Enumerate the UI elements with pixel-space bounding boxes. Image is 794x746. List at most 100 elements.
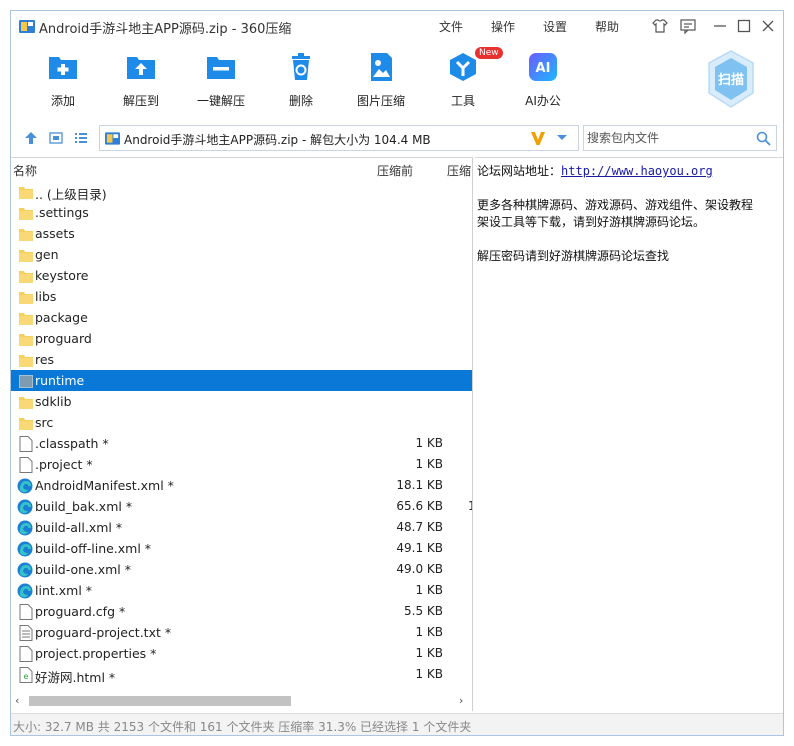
- file-row[interactable]: proguard-project.txt * 1 KB: [11, 622, 472, 643]
- file-row[interactable]: lint.xml * 1 KB: [11, 580, 472, 601]
- file-row[interactable]: project.properties * 1 KB: [11, 643, 472, 664]
- folder-row[interactable]: package: [11, 307, 472, 328]
- folder-icon: [19, 394, 33, 410]
- minimize-icon[interactable]: [711, 17, 729, 35]
- menu-file[interactable]: 文件: [439, 18, 463, 35]
- column-compressed-size[interactable]: 压缩: [447, 162, 471, 179]
- column-original-size[interactable]: 压缩前: [377, 162, 413, 179]
- search-input[interactable]: [585, 127, 745, 149]
- file-name: .project *: [35, 457, 93, 472]
- folder-row[interactable]: res: [11, 349, 472, 370]
- one-click-extract-button[interactable]: 一键解压: [181, 49, 261, 115]
- file-name: sdklib: [35, 394, 72, 409]
- compressed-size-partial: 1: [468, 499, 472, 513]
- folder-row[interactable]: gen: [11, 244, 472, 265]
- html-file-icon: e: [19, 667, 33, 683]
- folder-row[interactable]: .settings: [11, 202, 472, 223]
- status-text: 大小: 32.7 MB 共 2153 个文件和 161 个文件夹 压缩率 31.…: [13, 720, 472, 734]
- add-button[interactable]: 添加: [23, 49, 103, 115]
- search-icon[interactable]: [756, 131, 771, 146]
- tools-label: 工具: [450, 94, 475, 108]
- file-size: 49.1 KB: [396, 541, 443, 555]
- file-list-pane: 名称 压缩前 压缩 .. (上级目录) .settings assets gen key…: [11, 157, 473, 711]
- edge-browser-icon: [17, 520, 33, 536]
- site-link[interactable]: http://www.haoyou.org: [561, 164, 713, 178]
- folder-row[interactable]: sdklib: [11, 391, 472, 412]
- archive-file-icon: [105, 132, 120, 145]
- extract-to-icon: [127, 57, 155, 79]
- file-name: build-all.xml *: [35, 520, 123, 535]
- folder-row[interactable]: runtime: [11, 370, 472, 391]
- menu-settings[interactable]: 设置: [543, 18, 567, 35]
- file-row[interactable]: .project * 1 KB: [11, 454, 472, 475]
- extract-to-label: 解压到: [122, 94, 159, 108]
- comment-line-3: 架设工具等下载，请到好游棋牌源码论坛。: [477, 215, 706, 229]
- folder-row[interactable]: src: [11, 412, 472, 433]
- close-icon[interactable]: [759, 17, 777, 35]
- file-size: 65.6 KB: [396, 499, 443, 513]
- path-field[interactable]: Android手游斗地主APP源码.zip - 解包大小为 104.4 MB: [99, 125, 579, 151]
- folder-icon: [19, 184, 33, 200]
- thumbnail-view-icon[interactable]: [49, 131, 63, 145]
- image-compress-icon: [371, 53, 392, 81]
- file-name: AndroidManifest.xml *: [35, 478, 174, 493]
- file-name: project.properties *: [35, 646, 157, 661]
- chevron-down-icon[interactable]: [556, 134, 568, 142]
- archive-app-icon: [19, 20, 35, 33]
- status-bar: 大小: 32.7 MB 共 2153 个文件和 161 个文件夹 压缩率 31.…: [11, 713, 783, 735]
- folder-row[interactable]: .. (上级目录): [11, 181, 472, 202]
- up-arrow-icon[interactable]: [24, 131, 38, 145]
- file-row[interactable]: build-all.xml * 48.7 KB: [11, 517, 472, 538]
- one-click-extract-icon: [207, 57, 235, 79]
- delete-button[interactable]: 删除: [261, 49, 341, 115]
- column-name[interactable]: 名称: [13, 162, 37, 179]
- folder-icon: [19, 331, 33, 347]
- folder-row[interactable]: libs: [11, 286, 472, 307]
- file-size: 18.1 KB: [396, 478, 443, 492]
- file-name: res: [35, 352, 55, 367]
- file-row[interactable]: proguard.cfg * 5.5 KB: [11, 601, 472, 622]
- file-name: libs: [35, 289, 57, 304]
- folder-row[interactable]: assets: [11, 223, 472, 244]
- tools-button[interactable]: New 工具: [423, 47, 503, 115]
- verified-v-icon[interactable]: [530, 130, 546, 146]
- file-icon: [19, 436, 33, 452]
- list-view-icon[interactable]: [74, 131, 88, 145]
- folder-icon: [19, 268, 33, 284]
- one-click-extract-label: 一键解压: [196, 94, 245, 108]
- delete-label: 删除: [288, 94, 313, 108]
- tools-icon: [450, 53, 476, 81]
- file-row[interactable]: .classpath * 1 KB: [11, 433, 472, 454]
- scroll-right-icon[interactable]: ›: [459, 694, 463, 707]
- site-label: 论坛网站地址：: [477, 164, 562, 178]
- window-title: Android手游斗地主APP源码.zip - 360压缩: [39, 22, 292, 37]
- scan-button[interactable]: 扫描: [705, 49, 757, 109]
- file-name: keystore: [35, 268, 89, 283]
- file-row[interactable]: build_bak.xml * 65.6 KB 1: [11, 496, 472, 517]
- scrollbar-thumb[interactable]: [29, 696, 291, 706]
- ai-office-button[interactable]: AI AI办公: [503, 49, 583, 115]
- file-name: .. (上级目录): [35, 187, 107, 202]
- file-row[interactable]: build-one.xml * 49.0 KB: [11, 559, 472, 580]
- file-name: proguard: [35, 331, 92, 346]
- maximize-icon[interactable]: [735, 17, 753, 35]
- folder-icon: [19, 373, 33, 389]
- file-name: gen: [35, 247, 59, 262]
- folder-row[interactable]: keystore: [11, 265, 472, 286]
- file-row[interactable]: build-off-line.xml * 49.1 KB: [11, 538, 472, 559]
- file-icon: [19, 457, 33, 473]
- folder-row[interactable]: proguard: [11, 328, 472, 349]
- extract-to-button[interactable]: 解压到: [101, 49, 181, 115]
- archive-comment-pane: 论坛网站地址：http://www.haoyou.org 更多各种棋牌源码、游戏…: [475, 157, 783, 711]
- menu-help[interactable]: 帮助: [595, 18, 619, 35]
- horizontal-scrollbar[interactable]: ‹ ›: [11, 692, 472, 710]
- file-row[interactable]: e 好游网.html * 1 KB: [11, 664, 472, 685]
- file-row[interactable]: AndroidManifest.xml * 18.1 KB: [11, 475, 472, 496]
- file-size: 1 KB: [415, 646, 443, 660]
- edge-browser-icon: [17, 478, 33, 494]
- image-compress-button[interactable]: 图片压缩: [341, 49, 421, 115]
- scroll-left-icon[interactable]: ‹: [15, 694, 19, 707]
- feedback-icon[interactable]: [679, 17, 697, 35]
- skin-shirt-icon[interactable]: [651, 17, 669, 35]
- menu-operation[interactable]: 操作: [491, 18, 515, 35]
